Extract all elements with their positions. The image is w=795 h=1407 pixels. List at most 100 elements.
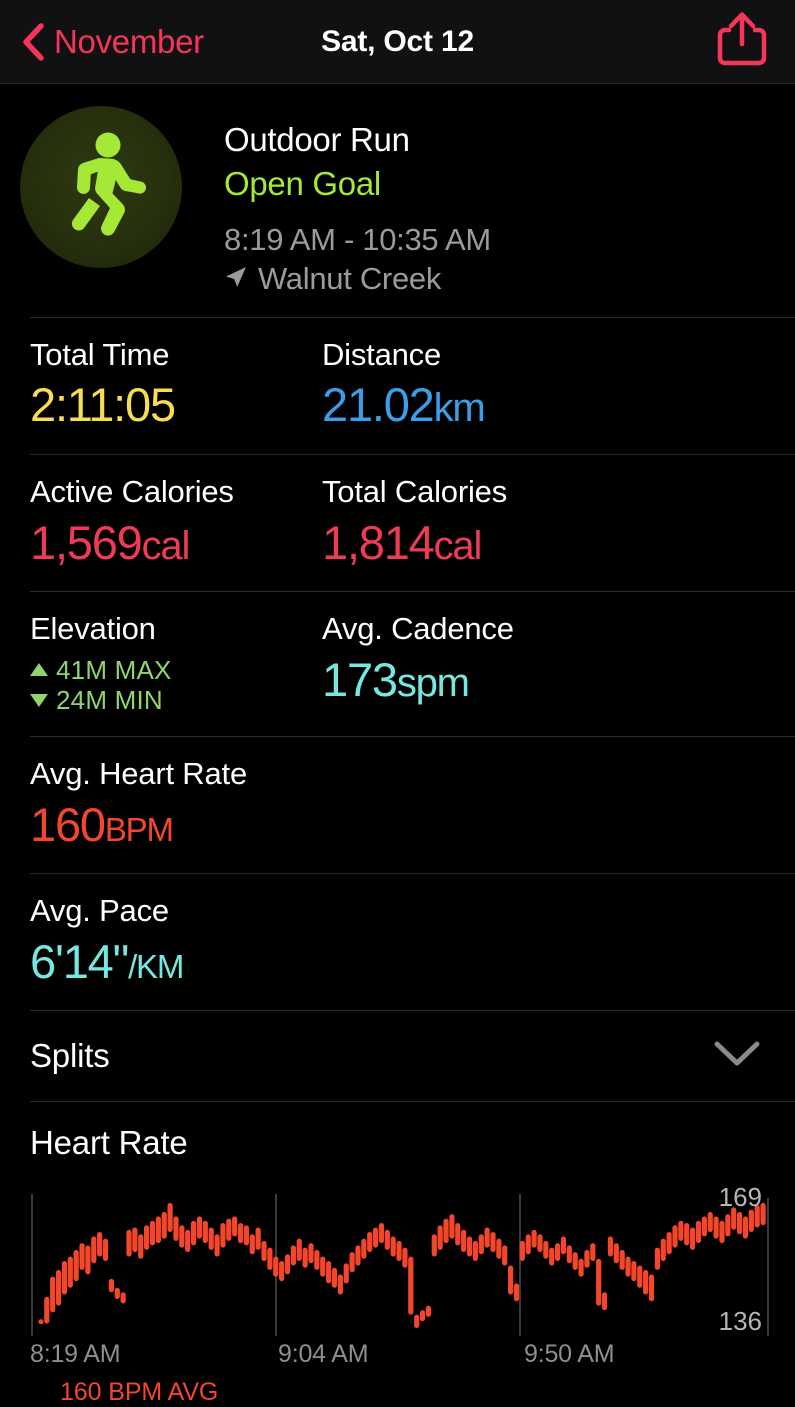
- workout-title: Outdoor Run: [224, 121, 410, 158]
- chart-bar: [202, 1220, 208, 1244]
- chart-bar: [625, 1256, 631, 1277]
- chart-bar: [554, 1243, 561, 1262]
- elevation-max: 41M MAX: [30, 655, 322, 686]
- chart-bar: [378, 1223, 385, 1244]
- stat-avg-heart-rate: Avg. Heart Rate 160BPM: [30, 755, 322, 853]
- chart-bar: [91, 1236, 97, 1264]
- chart-bar: [513, 1283, 520, 1302]
- chart-bar: [349, 1252, 355, 1273]
- chart-bar: [596, 1258, 602, 1306]
- chart-bar: [179, 1225, 185, 1248]
- stat-number: 173: [322, 652, 398, 706]
- chart-bar: [132, 1227, 138, 1253]
- heart-rate-section: Heart Rate 169 136 8:19 AM 9:04 AM 9:50 A…: [30, 1101, 795, 1407]
- chart-bar: [102, 1238, 109, 1262]
- chart-bar: [443, 1218, 449, 1244]
- chart-bar: [549, 1247, 555, 1266]
- workout-time-range: 8:19 AM - 10:35 AM: [224, 222, 491, 258]
- chart-bar: [408, 1256, 414, 1315]
- chevron-down-icon[interactable]: [713, 1040, 761, 1073]
- splits-label: Splits: [30, 1037, 110, 1075]
- chart-range-label: 169: [719, 1182, 762, 1212]
- workout-goal: Open Goal: [224, 164, 381, 202]
- stat-cadence: Avg. Cadence 173spm: [322, 610, 514, 716]
- stat-label: Elevation: [30, 610, 156, 646]
- chart-bar: [578, 1258, 584, 1277]
- stat-value: 160BPM: [30, 796, 322, 853]
- chart-bar: [114, 1287, 120, 1300]
- chart-bar: [284, 1254, 291, 1275]
- chart-bar: [502, 1245, 508, 1266]
- chart-bar: [613, 1243, 619, 1264]
- chart-bar: [637, 1265, 643, 1288]
- stat-number: 21.02: [322, 378, 435, 432]
- chart-bar: [572, 1252, 578, 1271]
- stat-number: 160: [30, 797, 106, 851]
- chart-bar: [490, 1232, 496, 1253]
- workout-header: Outdoor Run Open Goal 8:19 AM - 10:35 AM…: [0, 84, 795, 317]
- chart-bar: [590, 1243, 596, 1262]
- chart-bar: [496, 1238, 502, 1259]
- triangle-up-icon: [30, 663, 48, 677]
- chart-bar: [120, 1292, 126, 1304]
- chart-bar: [50, 1276, 56, 1313]
- chevron-left-icon: [22, 22, 44, 61]
- chart-bar: [455, 1223, 461, 1246]
- stat-label: Avg. Pace: [30, 893, 169, 929]
- chart-bar: [273, 1256, 279, 1277]
- chart-bar: [537, 1234, 543, 1253]
- chart-bar: [214, 1234, 220, 1257]
- chart-bar: [748, 1209, 754, 1233]
- stat-value: 173spm: [322, 651, 514, 708]
- chart-bar: [560, 1236, 567, 1255]
- heart-rate-chart[interactable]: 169 136 8:19 AM 9:04 AM 9:50 AM: [0, 1180, 795, 1374]
- chart-bar: [331, 1267, 338, 1288]
- chart-bar: [161, 1211, 167, 1239]
- heart-rate-chart-xaxis: 8:19 AM 9:04 AM 9:50 AM: [0, 1340, 795, 1374]
- heart-rate-avg-legend: 160 BPM AVG: [60, 1378, 219, 1407]
- chart-bar: [232, 1216, 238, 1237]
- chart-bar: [678, 1220, 684, 1241]
- stat-active-calories: Active Calories 1,569cal: [30, 473, 322, 571]
- share-button[interactable]: [717, 10, 767, 73]
- chart-bar: [431, 1234, 437, 1257]
- heart-rate-chart-title: Heart Rate: [30, 1124, 188, 1162]
- chart-bar: [461, 1229, 467, 1253]
- stat-unit: spm: [396, 660, 470, 705]
- stat-number: 6'14": [30, 934, 129, 988]
- chart-bar: [79, 1243, 85, 1271]
- chart-bar: [736, 1211, 743, 1235]
- chart-bar: [38, 1319, 44, 1325]
- stat-label: Total Time: [30, 336, 170, 372]
- chart-bar: [672, 1225, 678, 1248]
- splits-disclosure-row[interactable]: Splits: [30, 1010, 795, 1101]
- chart-bar: [67, 1256, 73, 1288]
- chart-bar: [631, 1261, 637, 1282]
- chart-bar: [167, 1203, 173, 1233]
- stat-row-avg-heart-rate: Avg. Heart Rate 160BPM: [30, 735, 795, 873]
- stat-number: 1,814: [322, 515, 435, 569]
- chart-bar: [326, 1261, 332, 1284]
- chart-bar: [249, 1234, 255, 1255]
- chart-bar: [654, 1247, 660, 1271]
- stat-row-avg-pace: Avg. Pace 6'14"/KM: [30, 873, 795, 1010]
- workout-info: Outdoor Run Open Goal 8:19 AM - 10:35 AM…: [224, 106, 491, 299]
- chart-bar: [361, 1238, 367, 1259]
- stat-unit: km: [433, 386, 486, 431]
- stat-value: 2:11:05: [30, 376, 322, 433]
- elevation-values: 41M MAX 24M MIN: [30, 655, 322, 716]
- chart-bar: [543, 1240, 549, 1259]
- back-button[interactable]: November: [22, 23, 204, 61]
- chart-bar: [220, 1223, 226, 1248]
- xtick-label: 9:04 AM: [278, 1340, 369, 1369]
- stat-row-calories: Active Calories 1,569cal Total Calories …: [30, 453, 795, 591]
- chart-bar: [519, 1240, 525, 1262]
- chart-bar: [314, 1249, 320, 1271]
- chart-bar: [707, 1211, 713, 1233]
- chart-bar: [190, 1220, 197, 1246]
- chart-bar: [402, 1247, 408, 1268]
- chart-bar: [126, 1229, 132, 1257]
- chart-bar: [695, 1220, 702, 1244]
- stat-unit: cal: [141, 523, 191, 568]
- stat-total-calories: Total Calories 1,814cal: [322, 473, 507, 571]
